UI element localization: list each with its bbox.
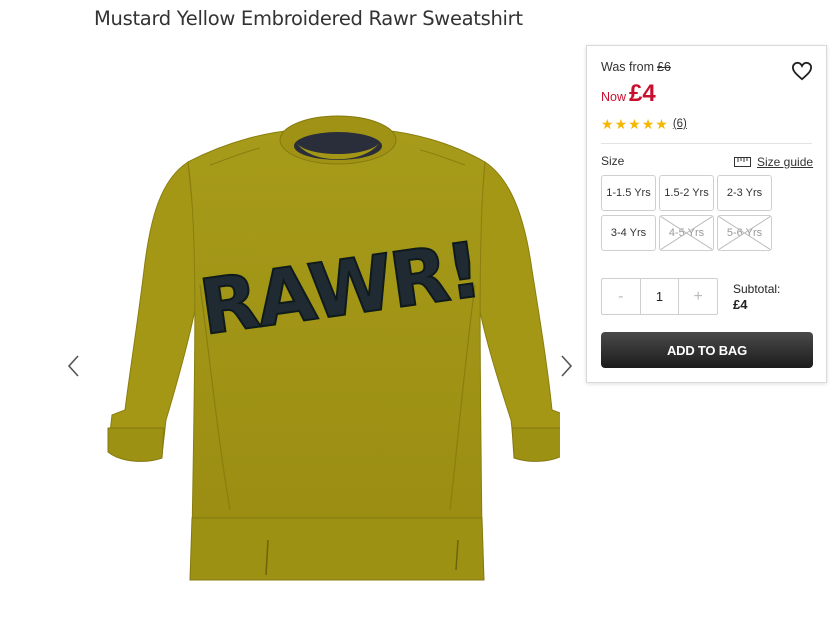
purchase-panel: Was from £6 Now £4 ★ ★ ★ ★ ★ (6) Size Size… — [586, 45, 827, 383]
size-label: Size — [601, 154, 625, 168]
subtotal-amount: £4 — [733, 297, 748, 312]
old-price: £6 — [657, 60, 671, 74]
quantity-input[interactable]: 1 — [639, 279, 680, 314]
was-price: Was from £6 — [601, 60, 671, 74]
size-option-unavailable[interactable]: 4-5 Yrs — [659, 215, 714, 251]
size-guide-link[interactable]: Size guide — [734, 155, 813, 169]
star-icon: ★ — [614, 116, 628, 132]
review-count-link[interactable]: (6) — [673, 118, 687, 130]
size-option-label: 4-5 Yrs — [668, 227, 705, 239]
product-gallery: RAWR! — [60, 105, 585, 585]
chevron-left-icon[interactable] — [64, 353, 82, 379]
quantity-increase-button[interactable]: + — [679, 279, 717, 314]
size-option-label: 1-1.5 Yrs — [606, 187, 651, 199]
chevron-right-icon[interactable] — [558, 353, 576, 379]
product-title: Mustard Yellow Embroidered Rawr Sweatshi… — [94, 7, 523, 30]
star-icon: ★ — [655, 116, 668, 132]
divider — [601, 143, 812, 144]
size-option[interactable]: 2-3 Yrs — [717, 175, 772, 211]
quantity-decrease-button[interactable]: - — [602, 279, 640, 314]
quantity-stepper: - 1 + — [601, 278, 718, 315]
size-option-unavailable[interactable]: 5-6 Yrs — [717, 215, 772, 251]
subtotal: Subtotal: £4 — [733, 282, 780, 312]
heart-icon[interactable] — [791, 61, 813, 81]
size-option-label: 2-3 Yrs — [726, 187, 763, 199]
size-option[interactable]: 3-4 Yrs — [601, 215, 656, 251]
current-price: £4 — [629, 80, 656, 107]
star-icon: ★ — [628, 116, 641, 132]
now-label: Now — [601, 90, 627, 104]
add-to-bag-button[interactable]: ADD TO BAG — [601, 332, 813, 368]
size-option[interactable]: 1.5-2 Yrs — [659, 175, 714, 211]
subtotal-label: Subtotal: — [733, 282, 781, 296]
ruler-icon — [734, 157, 751, 167]
star-rating: ★ ★ ★ ★ ★ (6) — [601, 117, 687, 131]
size-option-label: 1.5-2 Yrs — [664, 187, 709, 199]
was-label: Was from — [601, 60, 655, 74]
size-options: 1-1.5 Yrs 1.5-2 Yrs 2-3 Yrs 3-4 Yrs 4-5 … — [601, 175, 776, 251]
size-option-label: 5-6 Yrs — [726, 227, 763, 239]
star-icon: ★ — [641, 116, 655, 132]
size-guide-label: Size guide — [757, 155, 814, 169]
star-icon: ★ — [601, 116, 614, 132]
size-option-label: 3-4 Yrs — [610, 227, 647, 239]
product-image: RAWR! — [107, 115, 560, 581]
size-option[interactable]: 1-1.5 Yrs — [601, 175, 656, 211]
now-price: Now £4 — [601, 80, 656, 108]
